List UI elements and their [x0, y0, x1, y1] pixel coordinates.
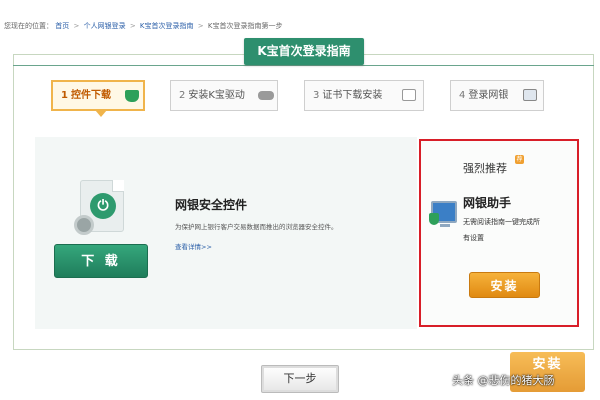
bank-logo-icon: ⏻ [90, 193, 116, 219]
breadcrumb-sep: > [73, 22, 80, 30]
computer-icon [429, 201, 457, 227]
control-description: 为保护网上银行客户交易数据而推出的浏览器安全控件。 [175, 223, 338, 231]
breadcrumb: 您现在的位置： 首页 > 个人网银登录 > K宝首次登录指南 > K宝首次登录指… [4, 19, 282, 33]
helper-description: 无需阅读指南一键完成所有设置 [463, 218, 540, 242]
certificate-icon [402, 89, 416, 101]
breadcrumb-sep: > [129, 22, 136, 30]
control-download-panel [35, 137, 417, 329]
helper-title: 网银助手 [463, 196, 512, 210]
title-divider [13, 65, 594, 66]
monitor-icon [523, 89, 537, 101]
recommend-badge: 荐 [515, 155, 524, 164]
step-label: 控件下载 [70, 90, 111, 101]
breadcrumb-guide[interactable]: K宝首次登录指南 [140, 22, 194, 30]
step-label: 证书下载安装 [322, 90, 383, 101]
breadcrumb-home[interactable]: 首页 [55, 22, 69, 30]
next-step-button[interactable]: 下一步 [261, 365, 339, 393]
step-1-control-download[interactable]: 1 控件下载 [51, 80, 145, 117]
active-step-arrow [95, 110, 107, 117]
shield-icon [429, 213, 439, 225]
step-number: 3 [313, 90, 320, 101]
step-label: 安装K宝驱动 [188, 90, 245, 101]
step-label: 登录网银 [468, 90, 509, 101]
step-number: 4 [459, 90, 466, 101]
download-button[interactable]: 下 载 [54, 244, 148, 278]
step-4-login[interactable]: 4 登录网银 [450, 80, 544, 111]
step-3-certificate[interactable]: 3 证书下载安装 [304, 80, 424, 111]
watermark-text: 头条 @悲伤的猪大肠 [452, 374, 555, 387]
shield-icon [125, 90, 139, 102]
install-button[interactable]: 安装 [469, 272, 540, 298]
step-number: 1 [61, 90, 68, 101]
monitor-stand [440, 224, 450, 227]
breadcrumb-sep: > [197, 22, 204, 30]
page-fold [112, 180, 124, 192]
view-details-link[interactable]: 查看详情>> [175, 241, 212, 251]
step-2-install-driver[interactable]: 2 安装K宝驱动 [170, 80, 278, 111]
breadcrumb-label: 您现在的位置： [4, 22, 53, 30]
breadcrumb-current: K宝首次登录指南第一步 [207, 22, 283, 30]
guide-title: K宝首次登录指南 [244, 38, 364, 65]
recommend-title: 强烈推荐 [463, 162, 507, 175]
control-title: 网银安全控件 [175, 198, 248, 212]
breadcrumb-personal-banking[interactable]: 个人网银登录 [84, 22, 126, 30]
gear-icon [74, 215, 94, 235]
usb-key-icon [258, 91, 274, 100]
step-number: 2 [179, 90, 186, 101]
